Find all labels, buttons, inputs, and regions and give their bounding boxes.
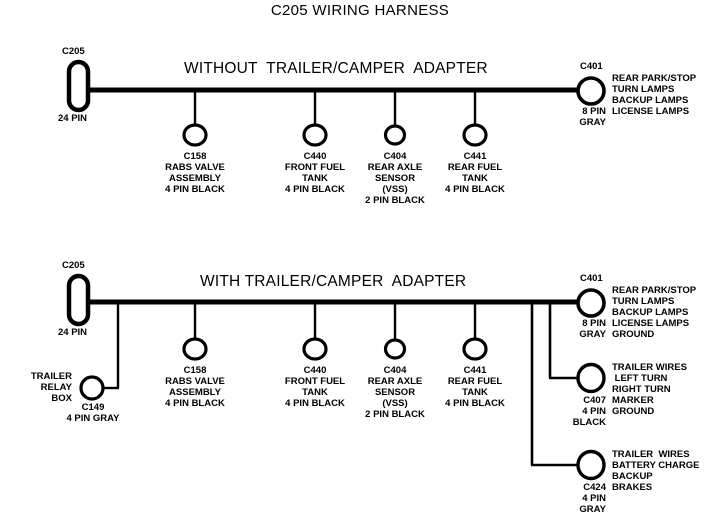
connector-c205-label-1: C205: [62, 46, 85, 57]
connector-c401-function-4-2: LICENSE LAMPS: [612, 318, 690, 329]
connector-c158-desc-line-1-2: RABS VALVE: [165, 376, 225, 387]
connector-c149-body: [79, 375, 105, 401]
connector-c407-pins-line2: BLACK: [572, 417, 606, 428]
connector-c401-pins-line2-1: GRAY: [579, 117, 606, 128]
connector-c441-label-1: C441: [463, 151, 487, 162]
connector-c407-function-3: RIGHT TURN: [612, 384, 671, 395]
connector-c205-body-2: [66, 273, 91, 327]
connector-c404-pins-2: 2 PIN BLACK: [365, 409, 425, 420]
connector-c158-label-2: C158: [183, 365, 207, 376]
diagram-1-header: WITHOUT TRAILER/CAMPER ADAPTER: [184, 60, 488, 77]
connector-c149-label: C149: [81, 402, 105, 413]
connector-c401-body-1: [576, 76, 606, 106]
connector-c424-pins-line1: 4 PIN: [582, 493, 606, 504]
connector-c149-desc-line-1: TRAILER: [30, 371, 72, 382]
connector-c424-body: [576, 449, 606, 481]
connector-c149-desc-line-2: RELAY: [40, 382, 72, 393]
connector-c401-function-1-1: REAR PARK/STOP: [612, 73, 697, 84]
connector-c149-pins: 4 PIN GRAY: [66, 413, 120, 424]
connector-c158-label-1: C158: [183, 151, 207, 162]
connector-c440-body-2: [302, 337, 328, 361]
connector-c404-body-2: [383, 338, 407, 360]
connector-c158-body-1: [182, 123, 208, 147]
connector-c158-desc-line-1-1: RABS VALVE: [165, 162, 225, 173]
connector-c441-label-2: C441: [463, 365, 487, 376]
connector-c401-function-1-2: REAR PARK/STOP: [612, 285, 697, 296]
connector-c407-function-1: TRAILER WIRES: [612, 362, 687, 373]
connector-c401-function-2-1: TURN LAMPS: [612, 84, 675, 95]
connector-c440-body-1: [302, 123, 328, 147]
connector-c407-function-4: MARKER: [612, 395, 654, 406]
connector-c401-function-3-1: BACKUP LAMPS: [612, 95, 689, 106]
connector-c441-body-2: [462, 337, 488, 361]
connector-c441-pins-1: 4 PIN BLACK: [445, 184, 505, 195]
connector-c407-function-5: GROUND: [612, 406, 655, 417]
connector-c401-pins-line1-2: 8 PIN: [582, 318, 606, 329]
connector-c401-function-3-2: BACKUP LAMPS: [612, 307, 689, 318]
connector-c424-function-3: BACKUP: [612, 471, 653, 482]
connector-c401-function-4-1: LICENSE LAMPS: [612, 106, 690, 117]
connector-c401-function-5-2: GROUND: [612, 329, 655, 340]
diagram-2-header: WITH TRAILER/CAMPER ADAPTER: [200, 273, 467, 290]
connector-c424-label: C424: [583, 482, 606, 493]
connector-c441-body-1: [462, 123, 488, 147]
connector-c441-desc-line-2-2: TANK: [462, 387, 488, 398]
connector-c424-function-2: BATTERY CHARGE: [612, 460, 700, 471]
connector-c404-pins-1: 2 PIN BLACK: [365, 195, 425, 206]
connector-c158-body-2: [182, 337, 208, 361]
connector-c205-pins-2: 24 PIN: [58, 327, 88, 338]
connector-c441-pins-2: 4 PIN BLACK: [445, 398, 505, 409]
connector-c158-pins-2: 4 PIN BLACK: [165, 398, 225, 409]
wiring-diagram-canvas: C205 WIRING HARNESS WITHOUT TRAILER/CAMP…: [0, 0, 720, 517]
connector-c424-function-1: TRAILER WIRES: [612, 449, 690, 460]
connector-c205-label-2: C205: [62, 260, 85, 271]
connector-c407-label: C407: [583, 395, 606, 406]
connector-c401-label-2: C401: [580, 273, 603, 284]
connector-c401-label-1: C401: [580, 61, 603, 72]
connector-c407-pins-line1: 4 PIN: [582, 406, 606, 417]
connector-c441-desc-line-1-2: REAR FUEL: [447, 376, 503, 387]
connector-c401-function-2-2: TURN LAMPS: [612, 296, 675, 307]
connector-c407-body: [576, 362, 606, 394]
connector-c407-function-2: LEFT TURN: [612, 373, 668, 384]
connector-c158-pins-1: 4 PIN BLACK: [165, 184, 225, 195]
connector-c424-function-4: BRAKES: [612, 482, 653, 493]
connector-c158-desc-line-2-2: ASSEMBLY: [169, 387, 221, 398]
connector-c205-pins-1: 24 PIN: [58, 113, 88, 124]
connector-c441-desc-line-1-1: REAR FUEL: [447, 162, 503, 173]
connector-c401-pins-line2-2: GRAY: [579, 329, 606, 340]
connector-c158-desc-line-2-1: ASSEMBLY: [169, 173, 221, 184]
connector-c401-body-2: [576, 288, 606, 318]
connector-c205-body-1: [66, 59, 91, 113]
connector-c401-pins-line1-1: 8 PIN: [582, 106, 606, 117]
connector-c441-desc-line-2-1: TANK: [462, 173, 488, 184]
connector-c404-body-1: [383, 124, 407, 146]
connector-c424-pins-line2: GRAY: [579, 504, 606, 515]
